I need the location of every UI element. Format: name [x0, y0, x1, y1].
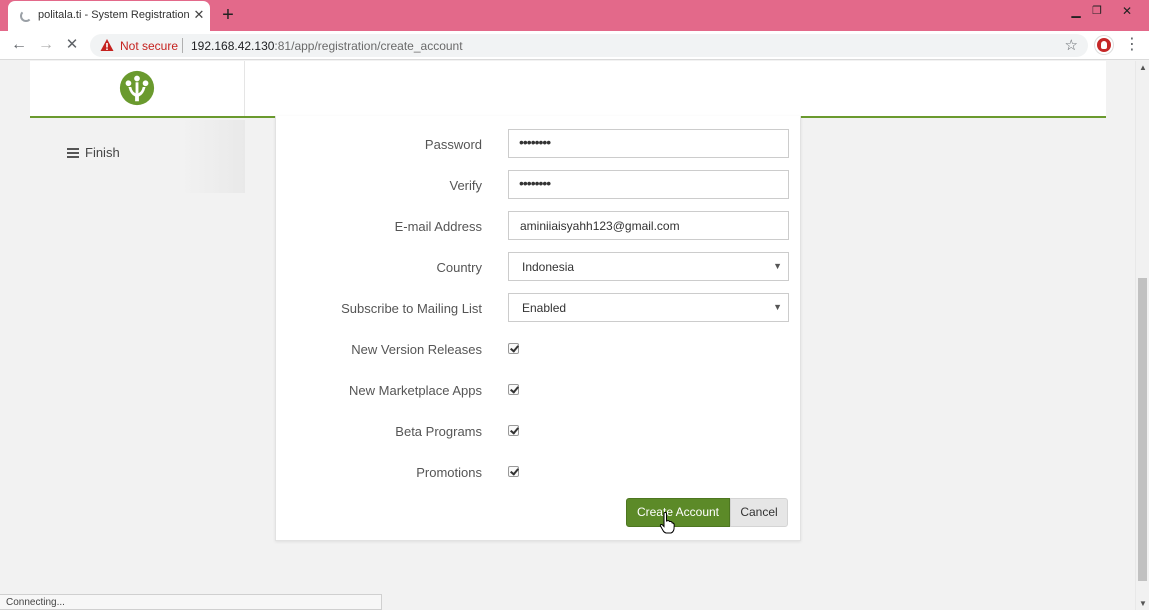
warning-icon [100, 39, 114, 51]
status-bar: Connecting... [0, 594, 382, 610]
back-arrow-icon[interactable]: ← [9, 35, 29, 55]
profile-avatar[interactable] [1095, 36, 1113, 54]
verify-password-field[interactable]: •••••••• [508, 170, 789, 199]
tab-close-icon[interactable]: ✕ [191, 7, 207, 23]
browser-toolbar: ← → ✕ Not secure 192.168.42.130:81/app/r… [0, 31, 1149, 60]
verify-row: Verify •••••••• [276, 170, 802, 200]
logo-container [30, 61, 245, 116]
new-tab-icon[interactable]: + [218, 4, 238, 26]
registration-form: Password •••••••• Verify •••••••• E-mail… [275, 116, 801, 541]
promotions-label: Promotions [416, 465, 482, 480]
minimize-icon[interactable]: ▁ [1066, 2, 1086, 20]
bookmark-star-icon[interactable]: ☆ [1065, 36, 1078, 54]
scroll-up-arrow-icon[interactable]: ▲ [1139, 63, 1147, 72]
hand-cursor-icon [659, 512, 675, 534]
scroll-down-arrow-icon[interactable]: ▼ [1139, 599, 1147, 608]
mailing-list-select[interactable]: Enabled ▼ [508, 293, 789, 322]
app-header [30, 61, 1106, 118]
country-label: Country [436, 260, 482, 275]
cancel-button[interactable]: Cancel [730, 498, 788, 527]
email-row: E-mail Address aminiiaisyahh123@gmail.co… [276, 211, 802, 241]
app-logo-icon[interactable] [118, 69, 156, 107]
address-separator [182, 38, 183, 53]
dropdown-caret-icon: ▼ [773, 261, 782, 271]
window-close-icon[interactable]: ✕ [1117, 2, 1137, 20]
checkbox-row-new-version: New Version Releases [276, 334, 802, 364]
sidebar: Finish [30, 120, 245, 193]
password-row: Password •••••••• [276, 129, 802, 159]
password-field[interactable]: •••••••• [508, 129, 789, 158]
loading-spinner-icon [20, 10, 32, 22]
verify-label: Verify [449, 178, 482, 193]
not-secure-label[interactable]: Not secure [120, 39, 178, 53]
stop-loading-icon[interactable]: ✕ [62, 35, 82, 55]
new-marketplace-apps-label: New Marketplace Apps [349, 383, 482, 398]
new-marketplace-apps-checkbox[interactable] [508, 384, 519, 395]
new-version-releases-label: New Version Releases [351, 342, 482, 357]
mailing-row: Subscribe to Mailing List Enabled ▼ [276, 293, 802, 323]
url-host: 192.168.42.130 [191, 39, 275, 53]
email-label: E-mail Address [394, 219, 482, 234]
url-text[interactable]: 192.168.42.130:81/app/registration/creat… [191, 39, 463, 53]
checkbox-row-marketplace: New Marketplace Apps [276, 375, 802, 405]
beta-programs-label: Beta Programs [395, 424, 482, 439]
forward-arrow-icon[interactable]: → [36, 35, 56, 55]
create-account-button[interactable]: Create Account [626, 498, 730, 527]
mailing-list-select-value: Enabled [522, 301, 567, 315]
country-select-value: Indonesia [522, 260, 575, 274]
checkbox-row-promotions: Promotions [276, 457, 802, 487]
page-scrollbar[interactable]: ▲ ▼ [1135, 61, 1149, 610]
browser-titlebar: politala.ti - System Registration ✕ + ▁ … [0, 0, 1149, 31]
promotions-checkbox[interactable] [508, 466, 519, 477]
url-path: :81/app/registration/create_account [274, 39, 463, 53]
address-bar[interactable]: Not secure 192.168.42.130:81/app/registr… [90, 34, 1088, 57]
browser-menu-icon[interactable]: ⋮ [1124, 35, 1140, 55]
email-field[interactable]: aminiiaisyahh123@gmail.com [508, 211, 789, 240]
new-version-releases-checkbox[interactable] [508, 343, 519, 354]
browser-tab[interactable]: politala.ti - System Registration ✕ [8, 1, 210, 31]
page-content: Finish Password •••••••• Verify ••••••••… [0, 61, 1135, 610]
beta-programs-checkbox[interactable] [508, 425, 519, 436]
country-select[interactable]: Indonesia ▼ [508, 252, 789, 281]
checkbox-row-beta: Beta Programs [276, 416, 802, 446]
sidebar-item-finish[interactable]: Finish [67, 145, 120, 160]
list-icon [67, 148, 79, 158]
sidebar-item-label: Finish [85, 145, 120, 160]
mailing-list-label: Subscribe to Mailing List [341, 301, 482, 316]
restore-icon[interactable]: ❐ [1087, 2, 1107, 20]
scrollbar-thumb[interactable] [1138, 278, 1147, 581]
tab-title: politala.ti - System Registration [38, 9, 190, 21]
country-row: Country Indonesia ▼ [276, 252, 802, 282]
dropdown-caret-icon: ▼ [773, 302, 782, 312]
password-label: Password [424, 137, 482, 152]
